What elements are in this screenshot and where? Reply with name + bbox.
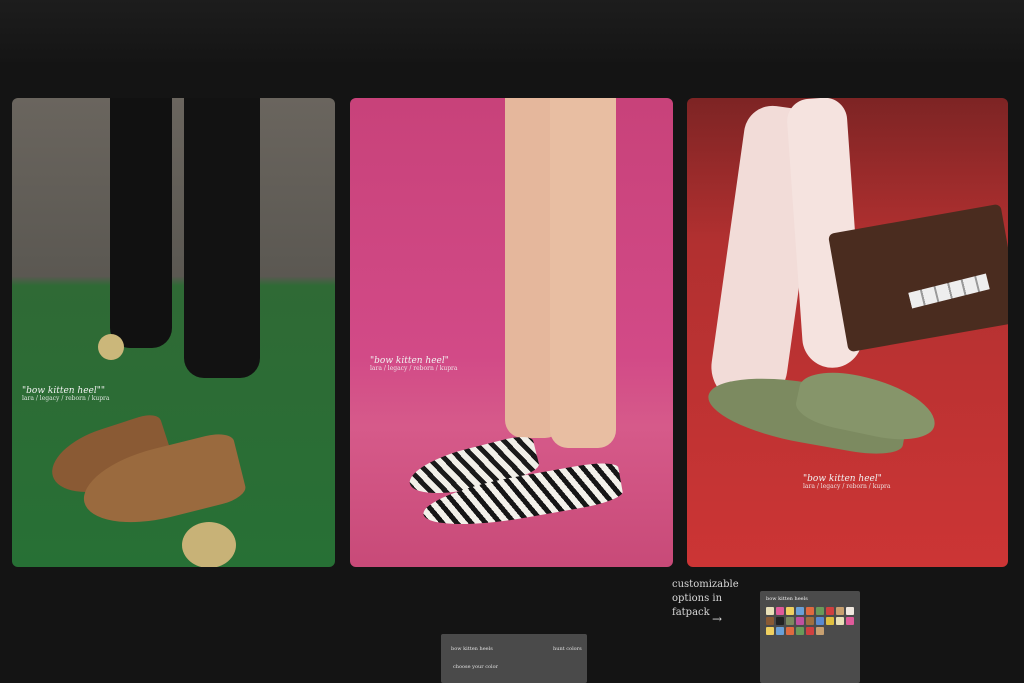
caption-subtitle: lara / legacy / reborn / kupra [370,365,458,373]
swatch[interactable] [846,607,854,615]
swatch[interactable] [826,607,834,615]
swatch[interactable] [806,607,814,615]
leg-right [550,98,616,448]
caption-panel-3: "bow kitten heel" lara / legacy / reborn… [803,474,890,491]
swatch[interactable] [786,617,794,625]
caption-subtitle: lara / legacy / reborn / kupra [803,483,891,491]
swatch[interactable] [826,617,834,625]
swatch[interactable] [776,607,784,615]
swatch[interactable] [836,617,844,625]
swatch[interactable] [796,617,804,625]
top-band [0,0,1024,62]
product-photo-zebra[interactable]: "bow kitten heel" lara / legacy / reborn… [350,98,673,567]
swatch[interactable] [776,627,784,635]
product-photo-green[interactable]: "bow kitten heel" lara / legacy / reborn… [687,98,1008,567]
note-line-2: options in [672,593,723,604]
swatch[interactable] [806,617,814,625]
product-photo-leopard[interactable]: "bow kitten heel"" lara / legacy / rebor… [12,98,335,567]
color-swatches [766,607,854,635]
gallery: "bow kitten heel"" lara / legacy / rebor… [0,62,1024,683]
legging-right [184,98,260,378]
pool-ball-bottom [182,522,236,567]
swatch[interactable] [816,617,824,625]
swatch[interactable] [796,627,804,635]
fatpack-title: bow kitten heels [766,596,808,602]
swatch[interactable] [766,607,774,615]
swatch[interactable] [816,607,824,615]
caption-panel-1: "bow kitten heel"" lara / legacy / rebor… [22,386,109,403]
thumb-title: bow kitten heels [451,646,493,652]
fatpack-thumbnail[interactable]: bow kitten heels [760,591,860,683]
pool-ball-top [98,334,124,360]
hud-thumbnail[interactable]: bow kitten heels hunt colors choose your… [441,634,587,683]
arrow-right-icon: → [712,612,723,626]
swatch[interactable] [846,617,854,625]
thumb-right-label: hunt colors [553,646,582,652]
thumb-subtitle: choose your color [453,664,498,670]
swatch[interactable] [766,617,774,625]
legging-left [110,98,172,348]
swatch[interactable] [836,607,844,615]
swatch[interactable] [816,627,824,635]
caption-subtitle: lara / legacy / reborn / kupra [22,395,110,403]
swatch[interactable] [796,607,804,615]
caption-panel-2: "bow kitten heel" lara / legacy / reborn… [370,356,457,373]
swatch[interactable] [766,627,774,635]
swatch[interactable] [786,627,794,635]
swatch[interactable] [776,617,784,625]
swatch[interactable] [786,607,794,615]
note-line-1: customizable [672,579,739,590]
swatch[interactable] [806,627,814,635]
